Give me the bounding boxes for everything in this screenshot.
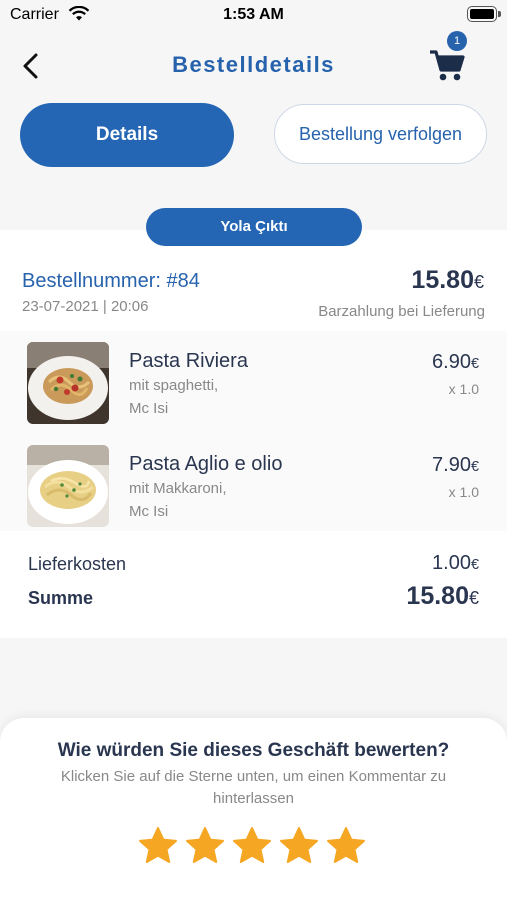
cart-icon[interactable] bbox=[428, 46, 468, 86]
clock: 1:53 AM bbox=[223, 6, 284, 23]
order-number: Bestellnummer: #84 bbox=[22, 270, 200, 292]
item-name: Pasta Riviera bbox=[129, 350, 248, 372]
item-price-value: 6.90 bbox=[432, 351, 471, 373]
sum-label: Summe bbox=[28, 588, 94, 608]
item-price-value: 7.90 bbox=[432, 454, 471, 476]
list-item: Pasta Riviera mit spaghetti, Mc Isi 6.90… bbox=[0, 331, 507, 431]
item-name: Pasta Aglio e olio bbox=[129, 453, 283, 475]
order-date: 23-07-2021 | 20:06 bbox=[22, 298, 149, 315]
tab-details[interactable]: Details bbox=[20, 103, 234, 167]
delivery-fee-label: Lieferkosten bbox=[28, 554, 127, 574]
item-price: 6.90€ bbox=[432, 351, 479, 374]
star-icon[interactable] bbox=[185, 826, 225, 866]
delivery-fee-amount: 1.00 bbox=[432, 552, 471, 574]
sum-value: 15.80€ bbox=[406, 582, 479, 611]
rating-card: Wie würden Sie dieses Geschäft bewerten?… bbox=[0, 718, 507, 900]
order-items-list: Pasta Riviera mit spaghetti, Mc Isi 6.90… bbox=[0, 331, 507, 531]
payment-method: Barzahlung bei Lieferung bbox=[318, 303, 485, 320]
item-quantity: x 1.0 bbox=[448, 381, 479, 397]
item-restaurant: Mc Isi bbox=[129, 503, 169, 520]
item-price: 7.90€ bbox=[432, 454, 479, 477]
currency-symbol: € bbox=[468, 588, 479, 608]
item-restaurant: Mc Isi bbox=[129, 400, 169, 417]
rating-subtitle: Klicken Sie auf die Sterne unten, um ein… bbox=[60, 768, 447, 807]
order-total-value: 15.80 bbox=[411, 266, 474, 294]
currency-symbol: € bbox=[470, 557, 479, 573]
star-rating bbox=[138, 826, 370, 868]
item-quantity: x 1.0 bbox=[448, 484, 479, 500]
currency-symbol: € bbox=[470, 459, 479, 475]
star-icon[interactable] bbox=[138, 826, 178, 866]
dish-image bbox=[27, 342, 109, 424]
status-bar: Carrier 1:53 AM bbox=[0, 0, 507, 32]
star-icon[interactable] bbox=[279, 826, 319, 866]
star-icon[interactable] bbox=[326, 826, 366, 866]
tab-track-order[interactable]: Bestellung verfolgen bbox=[274, 104, 487, 164]
item-description: mit Makkaroni, bbox=[129, 480, 227, 497]
currency-symbol: € bbox=[473, 272, 484, 292]
currency-symbol: € bbox=[470, 356, 479, 372]
order-status-badge: Yola Çıktı bbox=[146, 208, 362, 246]
cart-count-badge: 1 bbox=[447, 31, 467, 51]
list-item: Pasta Aglio e olio mit Makkaroni, Mc Isi… bbox=[0, 434, 507, 534]
rating-question: Wie würden Sie dieses Geschäft bewerten? bbox=[57, 740, 450, 761]
battery-icon bbox=[467, 6, 501, 22]
dish-image bbox=[27, 445, 109, 527]
sum-amount: 15.80 bbox=[406, 582, 469, 610]
delivery-fee-value: 1.00€ bbox=[432, 552, 479, 575]
nav-bar: Bestelldetails bbox=[0, 32, 507, 98]
item-description: mit spaghetti, bbox=[129, 377, 219, 394]
order-total: 15.80€ bbox=[411, 266, 484, 295]
star-icon[interactable] bbox=[232, 826, 272, 866]
